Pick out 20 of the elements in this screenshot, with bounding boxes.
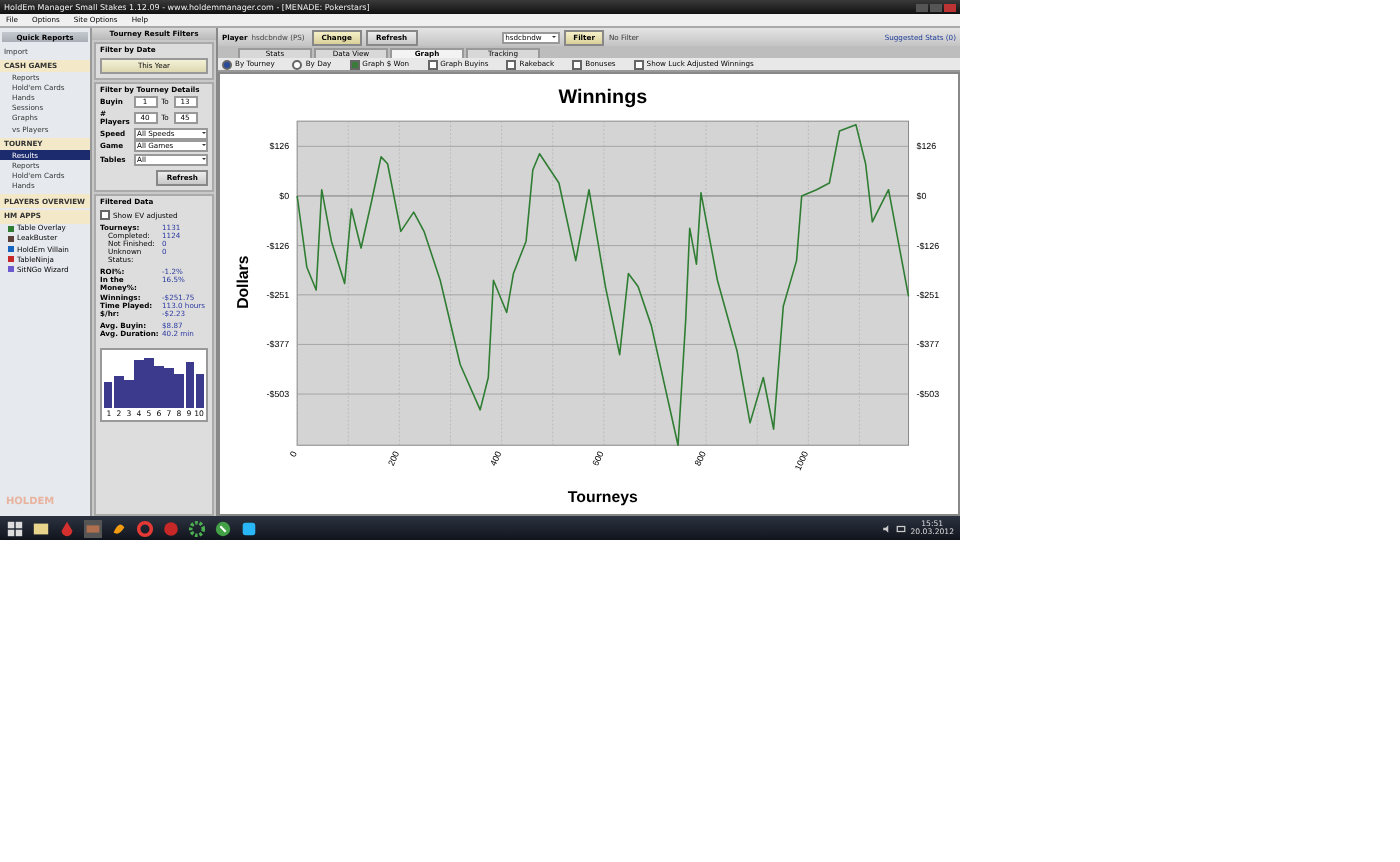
y-axis-title: Dollars [233, 255, 252, 309]
checkbox[interactable] [427, 59, 438, 69]
gear-icon[interactable] [188, 519, 206, 537]
network-icon[interactable] [896, 523, 907, 533]
windows-logo-icon[interactable] [6, 519, 24, 537]
ball-icon[interactable] [162, 519, 180, 537]
radio-button[interactable] [222, 59, 232, 69]
radio-button[interactable] [292, 59, 303, 69]
speaker-icon[interactable] [882, 523, 893, 533]
checkbox[interactable] [633, 59, 644, 69]
ring-icon[interactable] [136, 519, 154, 537]
window-icon[interactable] [84, 519, 102, 537]
checkbox[interactable] [100, 210, 110, 221]
drop-icon[interactable] [58, 519, 76, 537]
chart-title: Winnings [558, 87, 648, 110]
checkbox[interactable] [506, 59, 517, 69]
checkbox[interactable] [572, 59, 583, 69]
folder-icon[interactable] [32, 519, 50, 537]
window-controls-icon[interactable] [916, 3, 956, 11]
checkbox[interactable] [349, 59, 360, 69]
